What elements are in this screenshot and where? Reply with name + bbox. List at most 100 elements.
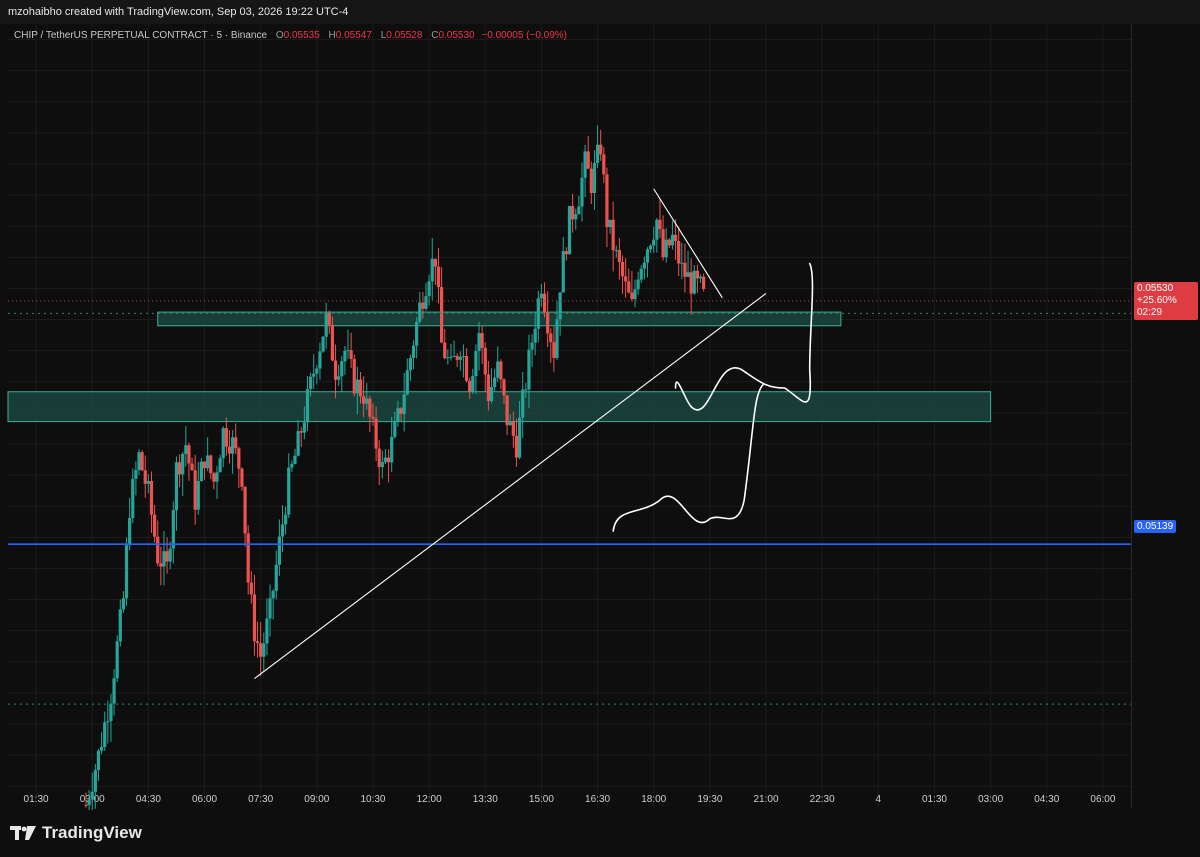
candle-body: [683, 262, 687, 277]
candle: [268, 584, 272, 637]
current-price-tag: 0.05530 +25.60% 02:29: [1134, 282, 1198, 320]
candle: [496, 346, 500, 383]
candle: [190, 457, 194, 471]
candle-body: [124, 545, 129, 599]
candle-body: [237, 448, 241, 469]
candle-body: [673, 234, 678, 241]
candle-body: [549, 333, 553, 343]
candle: [418, 291, 422, 324]
candle-body: [318, 351, 322, 369]
candle: [265, 598, 269, 656]
candle: [489, 368, 494, 404]
candle-body: [103, 722, 107, 747]
candle-body: [614, 250, 618, 252]
candle: [430, 237, 434, 301]
candle-body: [620, 261, 625, 277]
candle-body: [355, 379, 359, 394]
candle: [193, 454, 197, 525]
candle-body: [533, 328, 537, 343]
candle: [143, 455, 147, 498]
price-chart[interactable]: 0.047500.048000.048500.049000.049500.050…: [0, 0, 1200, 857]
candle-body: [262, 643, 266, 657]
brand-name: TradingView: [42, 823, 142, 842]
candle-body: [655, 219, 659, 240]
candle: [174, 456, 179, 531]
candle-body: [259, 643, 263, 657]
candle: [137, 449, 141, 476]
candle-body: [168, 548, 172, 562]
candle-body: [305, 389, 310, 423]
candle: [177, 454, 182, 488]
candle-body: [480, 333, 484, 348]
candle-body: [349, 350, 353, 359]
candle-body: [461, 355, 466, 357]
candle: [611, 201, 615, 272]
candle-body: [558, 292, 562, 320]
candle-body: [511, 421, 515, 436]
candle-body: [227, 446, 232, 454]
price-axis[interactable]: [1131, 24, 1200, 808]
candle: [149, 471, 154, 533]
candle-body: [249, 582, 253, 595]
x-tick-label: 21:00: [754, 794, 779, 805]
candle: [171, 501, 175, 564]
candle-body: [231, 437, 235, 454]
candle: [321, 336, 325, 353]
candle-body: [159, 563, 163, 567]
candle: [683, 243, 687, 293]
high-label: H: [328, 30, 336, 41]
candle: [461, 344, 466, 378]
candle: [277, 519, 281, 576]
candle: [680, 242, 684, 280]
candle-body: [514, 435, 519, 458]
candle-body: [411, 345, 416, 358]
candle-body: [118, 609, 122, 642]
candle: [552, 326, 556, 372]
candle: [692, 264, 696, 295]
candle-body: [517, 417, 522, 458]
candle-body: [564, 251, 568, 255]
candle-body: [165, 551, 169, 562]
candle-body: [471, 376, 475, 392]
candle-body: [299, 431, 303, 433]
candle-body: [312, 373, 316, 377]
candle-body: [446, 357, 450, 359]
candle-body: [608, 219, 612, 228]
x-tick-label: 01:30: [24, 794, 49, 805]
candle-body: [240, 468, 244, 487]
candle-body: [452, 355, 456, 357]
candle: [627, 268, 631, 294]
candle: [658, 198, 662, 238]
x-tick-label: 16:30: [585, 794, 610, 805]
candle-body: [84, 804, 88, 806]
candle: [240, 467, 244, 491]
candle-body: [421, 302, 425, 309]
candle: [652, 226, 656, 253]
candle-body: [645, 249, 650, 263]
candle: [561, 236, 565, 293]
candle-body: [296, 431, 300, 456]
tradingview-logo[interactable]: TradingView: [10, 823, 142, 843]
candle: [592, 150, 597, 210]
candle-body: [508, 421, 512, 426]
candle-body: [346, 350, 350, 352]
candle-body: [571, 206, 575, 220]
candle-body: [321, 336, 325, 352]
candle-body: [399, 408, 403, 414]
candle: [702, 273, 706, 292]
candle: [380, 450, 384, 479]
candle-body: [280, 524, 285, 537]
candle: [324, 302, 328, 349]
current-price: 0.05530: [1137, 283, 1174, 294]
symbol-legend: CHIP / TetherUS PERPETUAL CONTRACT · 5 ·…: [14, 30, 567, 41]
candle-body: [153, 514, 157, 537]
candle-body: [390, 436, 394, 463]
candle: [284, 506, 288, 535]
x-tick-label: 04:30: [136, 794, 161, 805]
projection-path-upper: [674, 262, 814, 411]
candle: [327, 310, 331, 334]
candle-body: [99, 746, 104, 751]
candle-body: [433, 258, 437, 267]
candle: [109, 693, 113, 742]
x-tick-label: 06:00: [192, 794, 217, 805]
